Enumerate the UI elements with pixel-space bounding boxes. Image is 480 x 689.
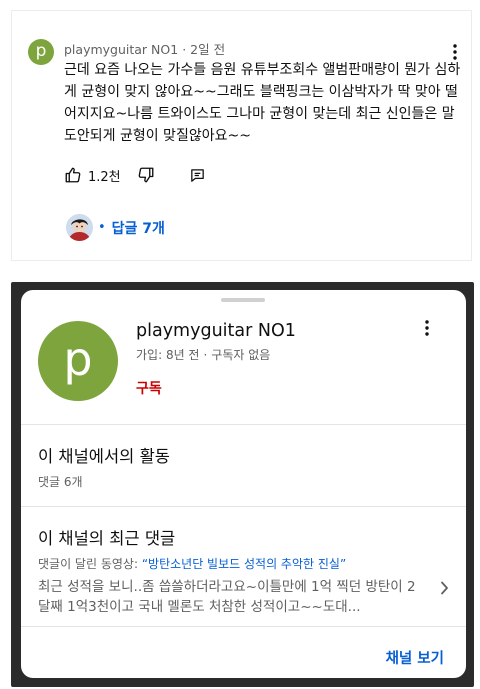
reply-icon[interactable] xyxy=(189,167,206,184)
replies-toggle[interactable]: • 답글 7개 xyxy=(66,214,165,241)
chevron-right-icon[interactable] xyxy=(440,581,449,595)
separator-dot: · xyxy=(182,42,187,57)
comment-card: p playmyguitar NO1 · 2일 전 근데 요즘 나오는 가수들 음원… xyxy=(11,10,472,261)
like-count: 1.2천 xyxy=(88,169,121,185)
channel-subscribers: 구독자 없음 xyxy=(211,348,271,362)
video-prefix: 댓글이 달린 동영상: xyxy=(38,557,138,571)
comment-time: 2일 전 xyxy=(190,42,226,57)
channel-sheet: p playmyguitar NO1 가입: 8년 전 · 구독자 없음 구독 이 … xyxy=(21,290,466,678)
comment-header: playmyguitar NO1 · 2일 전 xyxy=(64,39,225,58)
channel-joined: 가입: 8년 전 xyxy=(136,348,200,362)
activity-title: 이 채널에서의 활동 xyxy=(38,447,170,466)
divider xyxy=(21,626,466,627)
recent-comment-video: 댓글이 달린 동영상: “방탄소년단 빌보드 성적의 추악한 진실” xyxy=(38,555,346,572)
sheet-more-icon[interactable] xyxy=(425,320,429,336)
divider xyxy=(21,506,466,507)
comment-author-avatar[interactable]: p xyxy=(28,39,54,65)
comment-more-icon[interactable] xyxy=(453,44,457,60)
comment-text: 근데 요즘 나오는 가수들 음원 유튜부조회수 앨범판매량이 뭔가 심하게 균형… xyxy=(64,62,461,144)
channel-avatar[interactable]: p xyxy=(38,321,118,401)
divider xyxy=(21,424,466,425)
drag-handle[interactable] xyxy=(221,298,265,302)
replier-avatar xyxy=(66,214,93,241)
separator-dot: • xyxy=(98,220,106,235)
recent-comment-preview[interactable]: 최근 성적을 보니..좀 씁쓸하더라고요~이틀만에 1억 찍던 방탄이 2달째 … xyxy=(38,577,423,617)
recent-comments-title: 이 채널의 최근 댓글 xyxy=(38,529,176,548)
channel-meta: 가입: 8년 전 · 구독자 없음 xyxy=(136,346,270,363)
dislike-icon[interactable] xyxy=(137,166,155,184)
subscribe-button[interactable]: 구독 xyxy=(136,378,162,398)
replies-label[interactable]: 답글 7개 xyxy=(112,218,165,238)
like-icon[interactable] xyxy=(64,166,82,184)
comment-actions: 1.2천 xyxy=(64,163,206,187)
activity-count: 댓글 6개 xyxy=(38,475,83,489)
channel-name: playmyguitar NO1 xyxy=(136,321,296,341)
view-channel-button[interactable]: 채널 보기 xyxy=(386,647,444,668)
comment-author-name[interactable]: playmyguitar NO1 xyxy=(64,42,178,57)
video-title-link[interactable]: “방탄소년단 빌보드 성적의 추악한 진실” xyxy=(142,557,346,571)
separator-dot: · xyxy=(203,348,208,362)
